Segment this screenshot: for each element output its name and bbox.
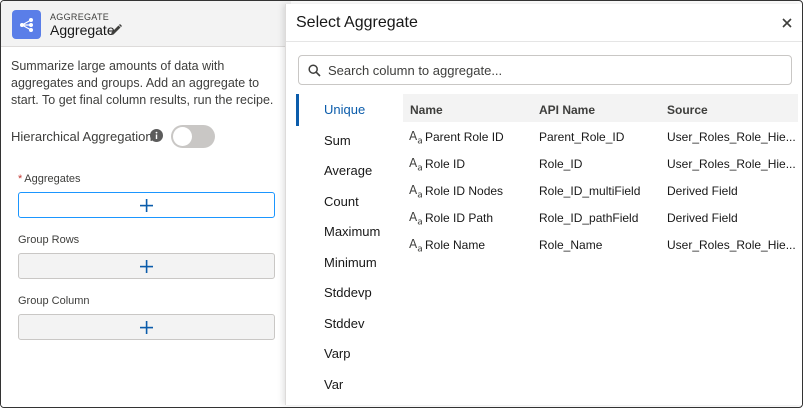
function-item-sum[interactable]: Sum <box>324 133 351 148</box>
app-frame: AGGREGATE Aggregate Summarize large amou… <box>0 0 803 408</box>
header-api-name: API Name <box>539 103 596 117</box>
column-table-header: Name API Name Source <box>403 94 798 122</box>
function-item-stddev[interactable]: Stddev <box>324 316 364 331</box>
group-rows-label: Group Rows <box>18 234 80 246</box>
close-icon[interactable] <box>780 16 794 30</box>
function-item-unique[interactable]: Unique <box>324 102 365 117</box>
cell-source: Derived Field <box>667 184 738 198</box>
text-type-icon: Aa <box>409 237 423 255</box>
aggregate-node-icon <box>12 10 41 39</box>
cell-name: Parent Role ID <box>425 130 504 144</box>
cell-name: Role ID <box>425 157 466 171</box>
function-item-maximum[interactable]: Maximum <box>324 224 380 239</box>
hierarchical-aggregation-toggle[interactable] <box>171 125 215 148</box>
cell-source: User_Roles_Role_Hie... <box>667 238 796 252</box>
cell-api-name: Role_Name <box>539 238 603 252</box>
search-box[interactable] <box>298 55 792 85</box>
text-type-icon: Aa <box>409 183 423 201</box>
selected-function-indicator <box>296 94 299 126</box>
function-item-average[interactable]: Average <box>324 163 372 178</box>
cell-name: Role Name <box>425 238 486 252</box>
function-item-varp[interactable]: Varp <box>324 346 351 361</box>
plus-icon <box>140 198 153 212</box>
text-type-icon: Aa <box>409 129 423 147</box>
function-item-count[interactable]: Count <box>324 194 359 209</box>
node-name: Aggregate <box>50 22 115 38</box>
select-aggregate-popover: Select Aggregate Unique Sum Average Count Ma… <box>285 4 802 405</box>
node-description: Summarize large amounts of data with agg… <box>11 59 274 107</box>
edit-pencil-icon[interactable] <box>109 23 123 37</box>
toggle-knob <box>173 127 192 146</box>
plus-icon <box>140 259 153 273</box>
plus-icon <box>140 320 153 334</box>
add-group-column-button[interactable] <box>18 314 275 340</box>
cell-name: Role ID Nodes <box>425 184 504 198</box>
cell-api-name: Role_ID_multiField <box>539 184 641 198</box>
table-row[interactable]: Aa Role Name Role_Name User_Roles_Role_Hie.… <box>403 232 798 259</box>
function-item-var[interactable]: Var <box>324 377 343 392</box>
text-type-icon: Aa <box>409 156 423 174</box>
cell-api-name: Role_ID_pathField <box>539 211 639 225</box>
add-group-row-button[interactable] <box>18 253 275 279</box>
search-icon <box>308 64 321 77</box>
required-marker: * <box>18 173 23 185</box>
group-column-label: Group Column <box>18 295 90 307</box>
add-aggregate-button[interactable] <box>18 192 275 218</box>
cell-api-name: Parent_Role_ID <box>539 130 625 144</box>
header-source: Source <box>667 103 708 117</box>
divider <box>286 41 802 42</box>
popover-title: Select Aggregate <box>296 14 418 31</box>
table-row[interactable]: Aa Parent Role ID Parent_Role_ID User_Roles… <box>403 124 798 151</box>
cell-source: Derived Field <box>667 211 738 225</box>
header-name: Name <box>410 103 443 117</box>
function-item-minimum[interactable]: Minimum <box>324 255 377 270</box>
text-type-icon: Aa <box>409 210 423 228</box>
cell-api-name: Role_ID <box>539 157 583 171</box>
aggregate-node-panel: AGGREGATE Aggregate Summarize large amou… <box>1 1 291 407</box>
function-item-stddevp[interactable]: Stddevp <box>324 285 372 300</box>
table-row[interactable]: Aa Role ID Nodes Role_ID_multiField Derived… <box>403 178 798 205</box>
table-row[interactable]: Aa Role ID Path Role_ID_pathField Derived F… <box>403 205 798 232</box>
table-row[interactable]: Aa Role ID Role_ID User_Roles_Role_Hie... <box>403 151 798 178</box>
node-type-label: AGGREGATE <box>50 12 110 22</box>
aggregates-label: * Aggregates <box>18 173 81 185</box>
cell-name: Role ID Path <box>425 211 494 225</box>
cell-source: User_Roles_Role_Hie... <box>667 157 796 171</box>
node-header: AGGREGATE Aggregate <box>1 1 291 47</box>
hierarchical-aggregation-label: Hierarchical Aggregation <box>11 129 153 144</box>
search-input[interactable] <box>328 56 783 84</box>
cell-source: User_Roles_Role_Hie... <box>667 130 796 144</box>
info-icon[interactable] <box>150 129 163 142</box>
